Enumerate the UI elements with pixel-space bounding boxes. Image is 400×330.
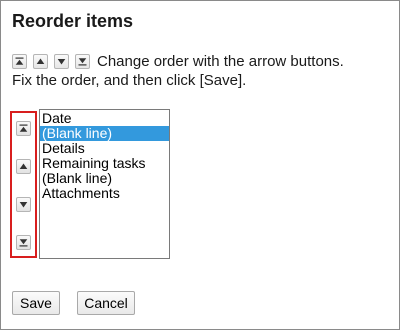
move-down-icon	[19, 200, 28, 209]
instruction-line-1: Change order with the arrow buttons.	[97, 53, 344, 70]
move-down-button[interactable]	[16, 197, 31, 212]
move-up-icon	[19, 162, 28, 171]
arrow-buttons-group	[10, 111, 37, 258]
move-to-bottom-icon	[19, 238, 28, 247]
reorder-dialog: Reorder items Change order with the arro…	[0, 0, 400, 330]
move-to-top-icon	[12, 54, 27, 69]
items-listbox[interactable]: Date (Blank line) Details Remaining task…	[39, 109, 170, 259]
move-up-button[interactable]	[16, 159, 31, 174]
cancel-button[interactable]: Cancel	[77, 291, 135, 315]
move-up-icon	[33, 54, 48, 69]
list-item[interactable]: (Blank line)	[40, 171, 169, 186]
move-to-bottom-button[interactable]	[16, 235, 31, 250]
move-down-icon	[54, 54, 69, 69]
list-item[interactable]: Details	[40, 141, 169, 156]
instruction-line-2: Fix the order, and then click [Save].	[12, 72, 247, 89]
move-to-top-button[interactable]	[16, 121, 31, 136]
list-item[interactable]: Date	[40, 111, 169, 126]
instructions: Change order with the arrow buttons. Fix…	[12, 52, 392, 90]
move-to-bottom-icon	[75, 54, 90, 69]
page-title: Reorder items	[12, 11, 134, 31]
save-button[interactable]: Save	[12, 291, 60, 315]
move-to-top-icon	[19, 124, 28, 133]
list-item[interactable]: (Blank line)	[40, 126, 169, 141]
list-item[interactable]: Remaining tasks	[40, 156, 169, 171]
list-item[interactable]: Attachments	[40, 186, 169, 201]
